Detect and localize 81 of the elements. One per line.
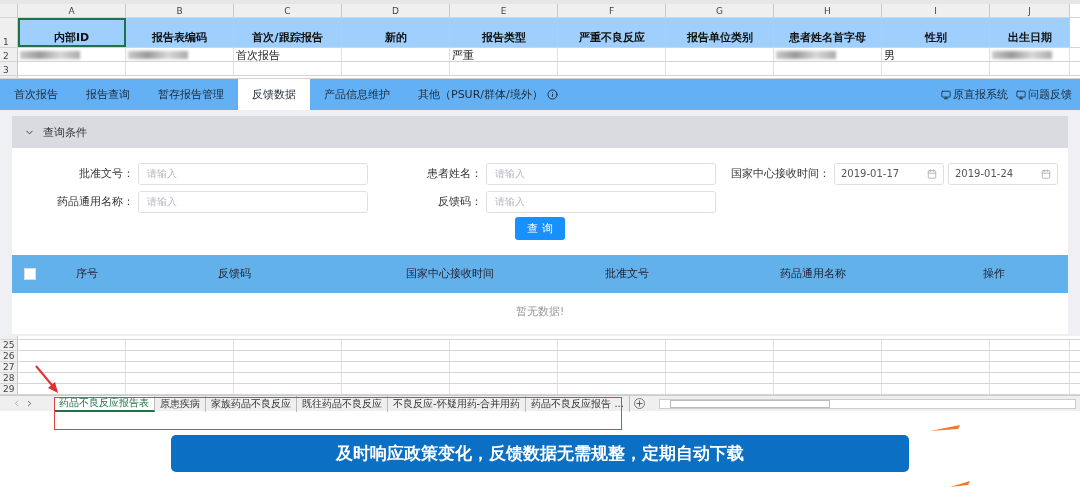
panel-title: 查询条件	[43, 124, 87, 140]
table-cell: 报告表编码	[126, 18, 234, 47]
field-label: 国家中心接收时间：	[730, 166, 830, 181]
row-number: 25	[0, 340, 18, 350]
input-field[interactable]: 请输入	[138, 190, 368, 213]
row-number: 2	[0, 48, 18, 61]
monitor-icon	[1016, 89, 1026, 100]
scroll-right-icon[interactable]	[25, 399, 34, 408]
input-field[interactable]: 请输入	[138, 162, 368, 185]
input-field[interactable]: 请输入	[486, 190, 716, 213]
column-header: 批准文号	[604, 267, 649, 279]
banner: 及时响应政策变化，反馈数据无需规整，定期自动下载	[171, 435, 909, 472]
column-header[interactable]: D	[342, 4, 450, 17]
nav-tab[interactable]: 首次报告	[0, 79, 72, 110]
row-number: 1	[0, 18, 18, 47]
field-label: 药品通用名称：	[56, 194, 134, 209]
column-header[interactable]: F	[558, 4, 666, 17]
column-header[interactable]: E	[450, 4, 558, 17]
calendar-icon	[927, 168, 937, 179]
table-cell: 严重	[450, 48, 558, 61]
table-cell: 性别	[882, 18, 990, 47]
date-field[interactable]: 2019-01-17	[834, 162, 944, 185]
nav-tab[interactable]: 报告查询	[72, 79, 144, 110]
table-cell: 内部ID	[18, 18, 126, 47]
monitor-icon	[941, 89, 951, 100]
input-field[interactable]: 请输入	[486, 162, 716, 185]
date-field[interactable]: 2019-01-24	[948, 162, 1058, 185]
sheet-tab[interactable]: 家族药品不良反应	[206, 395, 297, 412]
table-cell: 患者姓名首字母	[774, 18, 882, 47]
select-all-corner[interactable]	[0, 4, 18, 17]
empty-message: 暂无数据!	[515, 305, 565, 319]
row-number: 28	[0, 373, 18, 383]
table-cell: 男	[882, 48, 990, 61]
column-header[interactable]: A	[18, 4, 126, 17]
sheet-tab[interactable]: 原患疾病	[155, 395, 206, 412]
horizontal-scrollbar[interactable]	[658, 398, 1076, 409]
collapse-header[interactable]: 查询条件	[12, 116, 1068, 148]
table-cell: 新的	[342, 18, 450, 47]
sheet-tab[interactable]: 既往药品不良反应	[297, 395, 388, 412]
column-header[interactable]: J	[990, 4, 1070, 17]
checkbox[interactable]	[24, 268, 36, 280]
field-label: 反馈码：	[437, 194, 482, 209]
redacted-mark	[992, 50, 1052, 59]
column-header[interactable]: G	[666, 4, 774, 17]
nav-tab[interactable]: 其他（PSUR/群体/境外）	[404, 79, 572, 110]
table-cell: 报告单位类别	[666, 18, 774, 47]
table-cell: 报告类型	[450, 18, 558, 47]
calendar-icon	[1041, 168, 1051, 179]
column-header[interactable]: I	[882, 4, 990, 17]
info-icon	[546, 89, 558, 100]
add-sheet-icon[interactable]	[633, 398, 645, 409]
sheet-tab[interactable]: 药品不良反应报告 ...	[526, 395, 630, 412]
table-cell: 首次报告	[234, 48, 342, 61]
scroll-left-icon[interactable]	[12, 399, 21, 408]
column-header: 反馈码	[217, 267, 251, 279]
redacted-mark	[776, 50, 836, 59]
nav-tab[interactable]: 暂存报告管理	[144, 79, 238, 110]
sheet-tab[interactable]: 不良反应-怀疑用药-合并用药	[388, 395, 527, 412]
field-label: 患者姓名：	[426, 166, 482, 181]
column-header[interactable]: B	[126, 4, 234, 17]
nav-link[interactable]: 原直报系统	[953, 87, 1008, 102]
accent-drawing	[930, 425, 970, 489]
row-number: 26	[0, 351, 18, 361]
row-number: 29	[0, 384, 18, 394]
nav-tab[interactable]: 反馈数据	[238, 79, 310, 110]
column-header: 操作	[983, 267, 1006, 279]
row-number: 27	[0, 362, 18, 372]
redacted-mark	[128, 50, 188, 59]
column-header[interactable]: C	[234, 4, 342, 17]
field-label: 批准文号：	[78, 166, 134, 181]
row-number: 3	[0, 62, 18, 75]
table-cell: 出生日期	[990, 18, 1070, 47]
nav-link[interactable]: 问题反馈	[1028, 87, 1072, 102]
column-header: 药品通用名称	[780, 267, 846, 279]
column-header: 序号	[76, 267, 99, 279]
table-cell: 首次/跟踪报告	[234, 18, 342, 47]
column-header: 国家中心接收时间	[406, 267, 495, 279]
redacted-mark	[20, 50, 80, 59]
nav-tab[interactable]: 产品信息维护	[310, 79, 404, 110]
column-header[interactable]: H	[774, 4, 882, 17]
table-cell: 严重不良反应	[558, 18, 666, 47]
